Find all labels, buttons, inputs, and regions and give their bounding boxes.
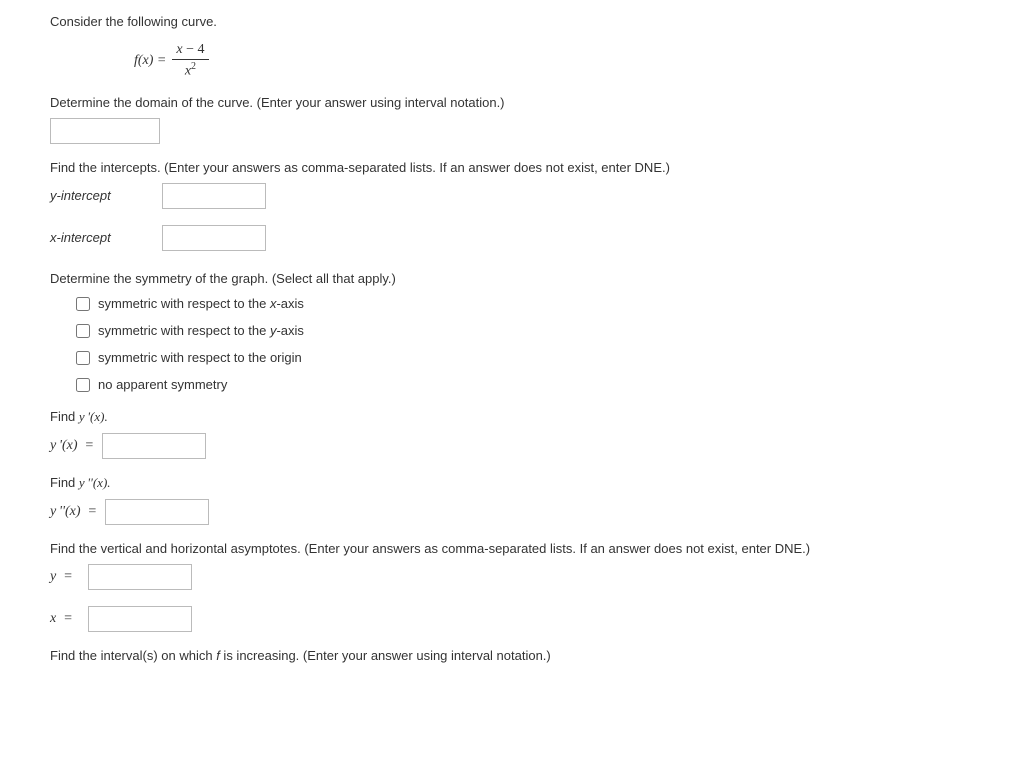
y-intercept-input[interactable] — [162, 183, 266, 209]
formula-num-b: 4 — [198, 42, 205, 57]
symmetry-none-checkbox[interactable] — [76, 378, 90, 392]
symmetry-xaxis-label: symmetric with respect to the x-axis — [98, 296, 304, 311]
x-intercept-label: x-intercept — [50, 230, 162, 245]
symmetry-yaxis-checkbox[interactable] — [76, 324, 90, 338]
deriv2-label: y ''(x) = — [50, 504, 97, 520]
deriv1-label: y '(x) = — [50, 438, 94, 454]
y-intercept-label: y-intercept — [50, 188, 162, 203]
symmetry-origin-label: symmetric with respect to the origin — [98, 350, 302, 365]
symmetry-yaxis-label: symmetric with respect to the y-axis — [98, 323, 304, 338]
intro-text: Consider the following curve. — [50, 12, 974, 32]
asymptote-x-input[interactable] — [88, 606, 192, 632]
symmetry-origin-checkbox[interactable] — [76, 351, 90, 365]
deriv1-prompt: Find y '(x). — [50, 409, 974, 425]
increasing-prompt: Find the interval(s) on which f is incre… — [50, 648, 974, 663]
asymptote-x-label: x = — [50, 611, 80, 627]
formula-num-op: − — [183, 42, 198, 57]
formula: f(x) = x − 4 x2 — [50, 42, 974, 81]
intercepts-prompt: Find the intercepts. (Enter your answers… — [50, 160, 974, 175]
symmetry-prompt: Determine the symmetry of the graph. (Se… — [50, 271, 974, 286]
x-intercept-input[interactable] — [162, 225, 266, 251]
deriv1-input[interactable] — [102, 433, 206, 459]
deriv2-input[interactable] — [105, 499, 209, 525]
formula-left: f(x) = — [134, 53, 166, 69]
asymptote-y-label: y = — [50, 569, 80, 585]
domain-input[interactable] — [50, 118, 160, 144]
asymptote-y-input[interactable] — [88, 564, 192, 590]
asymptotes-prompt: Find the vertical and horizontal asympto… — [50, 541, 974, 556]
formula-den-exp: 2 — [191, 61, 196, 72]
domain-prompt: Determine the domain of the curve. (Ente… — [50, 95, 974, 110]
symmetry-none-label: no apparent symmetry — [98, 377, 227, 392]
deriv2-prompt: Find y ''(x). — [50, 475, 974, 491]
symmetry-xaxis-checkbox[interactable] — [76, 297, 90, 311]
